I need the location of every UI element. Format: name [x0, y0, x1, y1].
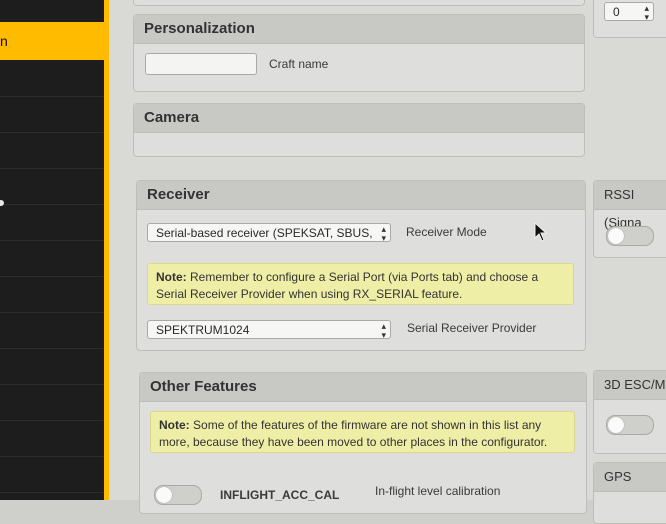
- sidebar-nav: n: [0, 0, 104, 500]
- sidebar-item[interactable]: [0, 168, 104, 205]
- toggle-knob: [608, 228, 624, 244]
- value-stepper[interactable]: 0 ▴ ▾: [604, 2, 654, 21]
- other-features-panel: Other Features Note: Some of the feature…: [139, 372, 587, 514]
- sidebar-item-active[interactable]: n: [0, 22, 104, 60]
- rssi-panel: RSSI (Signa: [593, 180, 666, 258]
- esc-toggle[interactable]: [606, 415, 654, 435]
- panel-title: 3D ESC/Mo: [594, 371, 666, 400]
- note-text: Remember to configure a Serial Port (via…: [156, 270, 539, 301]
- receiver-note: Note: Remember to configure a Serial Por…: [147, 263, 574, 305]
- sidebar-item[interactable]: [0, 456, 104, 493]
- panel-title: Other Features: [140, 373, 586, 402]
- sidebar-item[interactable]: [0, 384, 104, 421]
- select-arrows-icon: ▴ ▾: [381, 224, 386, 242]
- panel-title: Receiver: [137, 181, 585, 210]
- sidebar-item[interactable]: [0, 348, 104, 385]
- receiver-mode-label: Receiver Mode: [406, 225, 487, 239]
- sidebar-item[interactable]: [0, 132, 104, 169]
- receiver-panel: Receiver Serial-based receiver (SPEKSAT,…: [136, 180, 586, 351]
- mouse-cursor-icon: [534, 222, 548, 242]
- feature-description: In-flight level calibration: [375, 484, 501, 498]
- note-text: Some of the features of the firmware are…: [159, 418, 548, 449]
- note-prefix: Note:: [159, 418, 190, 432]
- panel-title: Personalization: [134, 15, 584, 44]
- inflight-acc-cal-toggle[interactable]: [154, 485, 202, 505]
- gps-panel: GPS: [593, 462, 666, 524]
- sidebar-item-label: n: [0, 33, 8, 49]
- sidebar-item[interactable]: [0, 60, 104, 97]
- serial-provider-label: Serial Receiver Provider: [407, 321, 537, 335]
- serial-provider-select[interactable]: SPEKTRUM1024 ▴ ▾: [147, 320, 391, 339]
- sidebar-item[interactable]: [0, 0, 104, 23]
- craft-name-input[interactable]: [145, 53, 257, 75]
- note-prefix: Note:: [156, 270, 187, 284]
- panel-title: RSSI (Signa: [594, 181, 666, 230]
- craft-name-label: Craft name: [269, 57, 329, 71]
- receiver-mode-select[interactable]: Serial-based receiver (SPEKSAT, SBUS, ▴ ▾: [147, 223, 391, 242]
- sidebar-item[interactable]: [0, 312, 104, 349]
- panel-title: GPS: [594, 463, 666, 492]
- personalization-panel: Personalization Craft name: [133, 14, 585, 92]
- sidebar-item[interactable]: [0, 204, 104, 241]
- sidebar-item[interactable]: [0, 240, 104, 277]
- toggle-knob: [156, 487, 172, 503]
- panel-title: Camera: [134, 104, 584, 133]
- sidebar-item[interactable]: [0, 420, 104, 457]
- esc-panel: 3D ESC/Mo: [593, 370, 666, 454]
- select-arrows-icon: ▴ ▾: [381, 321, 386, 339]
- camera-panel: Camera: [133, 103, 585, 157]
- stepper-arrows-icon: ▴ ▾: [644, 3, 649, 21]
- rssi-toggle[interactable]: [606, 226, 654, 246]
- features-note: Note: Some of the features of the firmwa…: [150, 411, 575, 453]
- toggle-knob: [608, 417, 624, 433]
- sidebar-item[interactable]: [0, 96, 104, 133]
- sidebar-item[interactable]: [0, 276, 104, 313]
- top-right-panel: 0 ▴ ▾: [593, 0, 666, 38]
- previous-panel: [133, 0, 585, 6]
